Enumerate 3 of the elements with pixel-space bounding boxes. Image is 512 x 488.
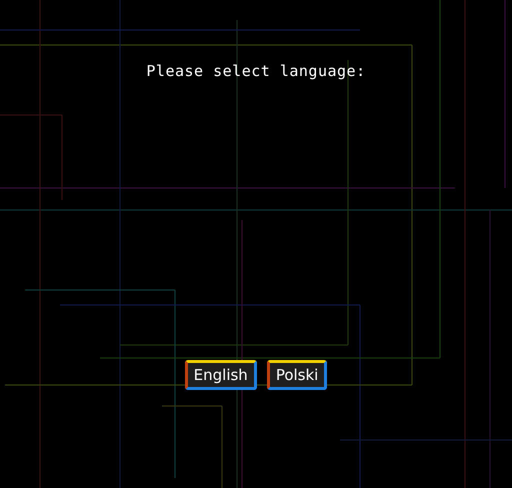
language-button[interactable]: English bbox=[184, 360, 257, 390]
language-button[interactable]: Polski bbox=[266, 360, 328, 390]
language-prompt: Please select language: bbox=[146, 62, 366, 80]
